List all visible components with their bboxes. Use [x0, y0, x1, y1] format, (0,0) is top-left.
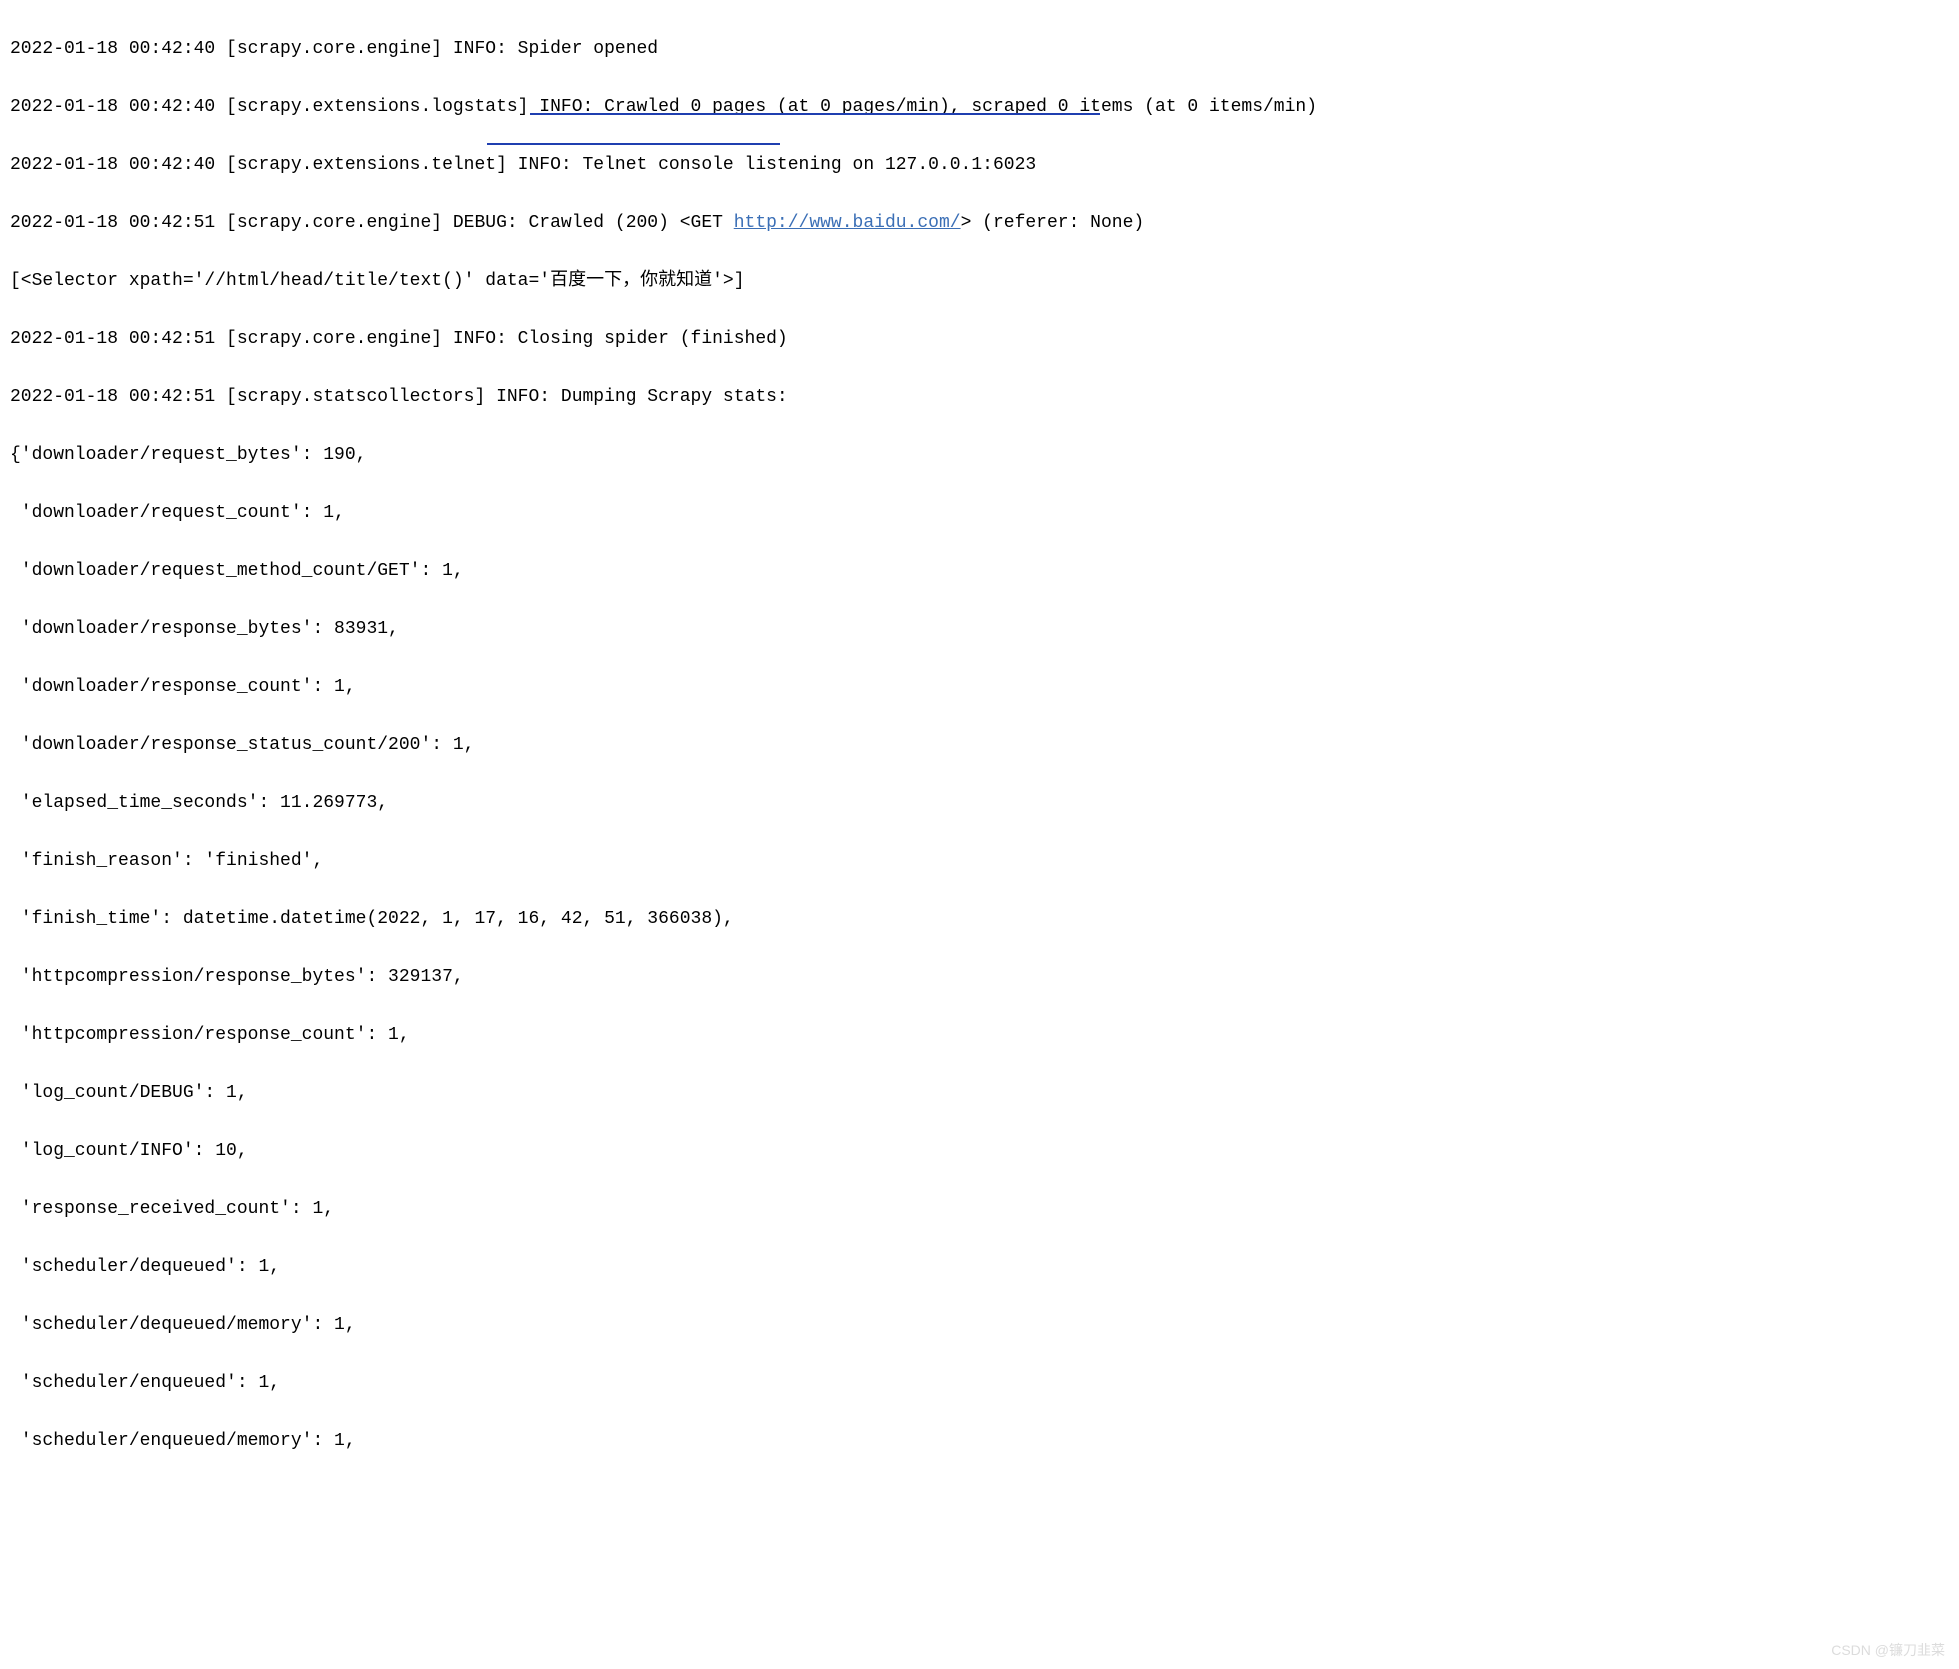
log-line: 'scheduler/dequeued': 1,	[10, 1253, 1949, 1282]
log-line: {'downloader/request_bytes': 190,	[10, 441, 1949, 470]
log-line: 2022-01-18 00:42:40 [scrapy.core.engine]…	[10, 35, 1949, 64]
log-line: 'scheduler/enqueued': 1,	[10, 1369, 1949, 1398]
log-line: 'finish_time': datetime.datetime(2022, 1…	[10, 905, 1949, 934]
log-line: 'downloader/response_count': 1,	[10, 673, 1949, 702]
log-output: 2022-01-18 00:42:40 [scrapy.core.engine]…	[0, 0, 1959, 1669]
log-line: 'finish_reason': 'finished',	[10, 847, 1949, 876]
log-line: 'scheduler/dequeued/memory': 1,	[10, 1311, 1949, 1340]
log-line: 'downloader/request_count': 1,	[10, 499, 1949, 528]
annotation-underline-icon	[487, 143, 780, 145]
log-line: 'downloader/response_bytes': 83931,	[10, 615, 1949, 644]
watermark-text: CSDN @镰刀韭菜	[1831, 1636, 1945, 1665]
log-line: 2022-01-18 00:42:51 [scrapy.core.engine]…	[10, 325, 1949, 354]
log-text: 2022-01-18 00:42:51 [scrapy.core.engine]…	[10, 213, 734, 233]
log-line: 2022-01-18 00:42:51 [scrapy.core.engine]…	[10, 209, 1949, 238]
log-line: 'elapsed_time_seconds': 11.269773,	[10, 789, 1949, 818]
log-line: 'downloader/response_status_count/200': …	[10, 731, 1949, 760]
log-line: 'response_received_count': 1,	[10, 1195, 1949, 1224]
log-line: 'scheduler/enqueued/memory': 1,	[10, 1427, 1949, 1456]
log-line: 'log_count/INFO': 10,	[10, 1137, 1949, 1166]
log-line: 'httpcompression/response_count': 1,	[10, 1021, 1949, 1050]
log-line: 2022-01-18 00:42:40 [scrapy.extensions.l…	[10, 93, 1949, 122]
log-line: 2022-01-18 00:42:40 [scrapy.extensions.t…	[10, 151, 1949, 180]
log-line: 2022-01-18 00:42:51 [scrapy.statscollect…	[10, 383, 1949, 412]
log-line: 'log_count/DEBUG': 1,	[10, 1079, 1949, 1108]
log-text: > (referer: None)	[961, 213, 1145, 233]
crawled-url-link[interactable]: http://www.baidu.com/	[734, 213, 961, 233]
log-line: 'httpcompression/response_bytes': 329137…	[10, 963, 1949, 992]
log-line: 'downloader/request_method_count/GET': 1…	[10, 557, 1949, 586]
log-line: [<Selector xpath='//html/head/title/text…	[10, 267, 1949, 296]
